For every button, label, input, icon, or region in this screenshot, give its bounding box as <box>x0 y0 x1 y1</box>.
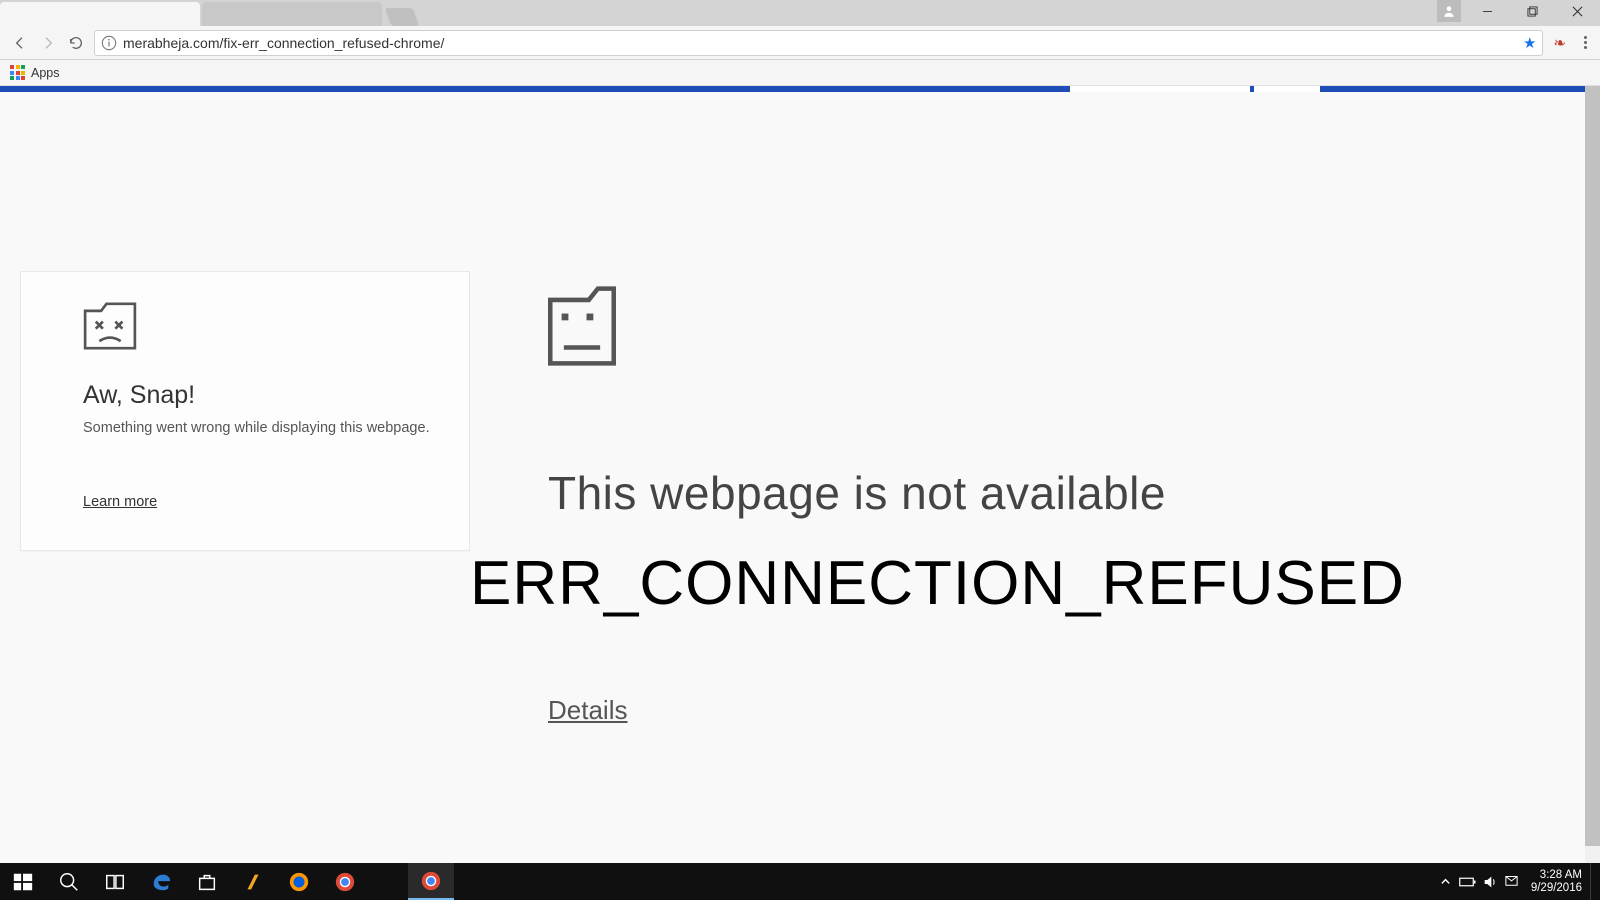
taskbar-app-edge[interactable] <box>138 863 184 900</box>
edge-icon <box>150 871 172 893</box>
browser-toolbar: merabheja.com /fix-err_connection_refuse… <box>0 26 1600 60</box>
windows-logo-icon <box>12 871 34 893</box>
site-info-icon <box>101 35 117 51</box>
aw-snap-title: Aw, Snap! <box>83 381 433 410</box>
window-controls <box>1437 0 1600 26</box>
tray-battery[interactable] <box>1457 863 1479 900</box>
chevron-up-icon <box>1440 876 1451 887</box>
url-path: /fix-err_connection_refused-chrome/ <box>220 35 445 51</box>
start-button[interactable] <box>0 863 46 900</box>
page-content: Aw, Snap! Something went wrong while dis… <box>0 86 1600 863</box>
user-icon <box>1442 4 1456 18</box>
windows-taskbar: 3:28 AM 9/29/2016 <box>0 863 1600 900</box>
extension-icon[interactable]: ❧ <box>1553 34 1566 52</box>
profile-button[interactable] <box>1437 0 1461 22</box>
firefox-icon <box>288 871 310 893</box>
tray-volume[interactable] <box>1479 863 1501 900</box>
error-code: ERR_CONNECTION_REFUSED <box>470 548 1405 619</box>
battery-icon <box>1459 876 1477 888</box>
aw-snap-card: Aw, Snap! Something went wrong while dis… <box>20 271 470 551</box>
taskbar-app-chrome-pinned[interactable] <box>322 863 368 900</box>
task-view-button[interactable] <box>92 863 138 900</box>
menu-button[interactable] <box>1576 34 1594 52</box>
tray-overflow[interactable] <box>1435 863 1457 900</box>
toolbar-right: ❧ <box>1553 34 1594 52</box>
search-icon <box>58 871 80 893</box>
minimize-icon <box>1482 6 1493 17</box>
scrollbar-thumb[interactable] <box>1585 86 1600 846</box>
bookmarks-bar: Apps <box>0 60 1600 86</box>
main-error-heading: This webpage is not available <box>548 466 1405 520</box>
arrow-left-icon <box>12 35 28 51</box>
taskbar-app-store[interactable] <box>184 863 230 900</box>
top-blue-strip <box>0 86 1600 92</box>
reload-button[interactable] <box>64 31 88 55</box>
system-tray: 3:28 AM 9/29/2016 <box>1435 863 1600 900</box>
main-error-block: This webpage is not available ERR_CONNEC… <box>470 286 1405 726</box>
apps-grid-icon[interactable] <box>10 65 25 80</box>
arrow-right-icon <box>40 35 56 51</box>
taskbar-date: 9/29/2016 <box>1531 882 1582 895</box>
sad-page-big-icon <box>470 286 1405 371</box>
tab-strip <box>0 0 1600 26</box>
learn-more-link[interactable]: Learn more <box>83 494 157 510</box>
new-tab-button[interactable] <box>385 8 420 26</box>
winamp-icon <box>242 871 264 893</box>
bookmark-star-icon[interactable]: ★ <box>1523 34 1536 52</box>
notification-icon <box>1504 874 1519 889</box>
details-link[interactable]: Details <box>548 695 1405 726</box>
tray-notifications[interactable] <box>1501 863 1523 900</box>
back-button[interactable] <box>8 31 32 55</box>
maximize-button[interactable] <box>1510 0 1555 22</box>
store-icon <box>196 871 218 893</box>
address-bar[interactable]: merabheja.com /fix-err_connection_refuse… <box>94 30 1543 56</box>
vertical-scrollbar[interactable] <box>1585 86 1600 863</box>
browser-tab-inactive[interactable] <box>202 2 382 26</box>
volume-icon <box>1482 874 1498 890</box>
close-icon <box>1572 6 1583 17</box>
taskbar-app-chrome-running[interactable] <box>408 863 454 900</box>
task-view-icon <box>104 871 126 893</box>
show-desktop-button[interactable] <box>1590 863 1596 900</box>
chrome-icon <box>420 870 442 892</box>
sad-page-small-icon <box>83 302 433 355</box>
reload-icon <box>68 35 84 51</box>
chrome-icon <box>334 871 356 893</box>
maximize-icon <box>1527 6 1538 17</box>
apps-bookmark-label[interactable]: Apps <box>31 66 60 80</box>
taskbar-left <box>0 863 454 900</box>
taskbar-app-winamp[interactable] <box>230 863 276 900</box>
url-host: merabheja.com <box>123 35 220 51</box>
forward-button[interactable] <box>36 31 60 55</box>
taskbar-app-firefox[interactable] <box>276 863 322 900</box>
minimize-button[interactable] <box>1465 0 1510 22</box>
cortana-search-button[interactable] <box>46 863 92 900</box>
taskbar-time: 3:28 AM <box>1531 869 1582 882</box>
aw-snap-message: Something went wrong while displaying th… <box>83 420 433 436</box>
browser-tab-active[interactable] <box>0 2 200 26</box>
taskbar-clock[interactable]: 3:28 AM 9/29/2016 <box>1523 869 1590 895</box>
close-window-button[interactable] <box>1555 0 1600 22</box>
